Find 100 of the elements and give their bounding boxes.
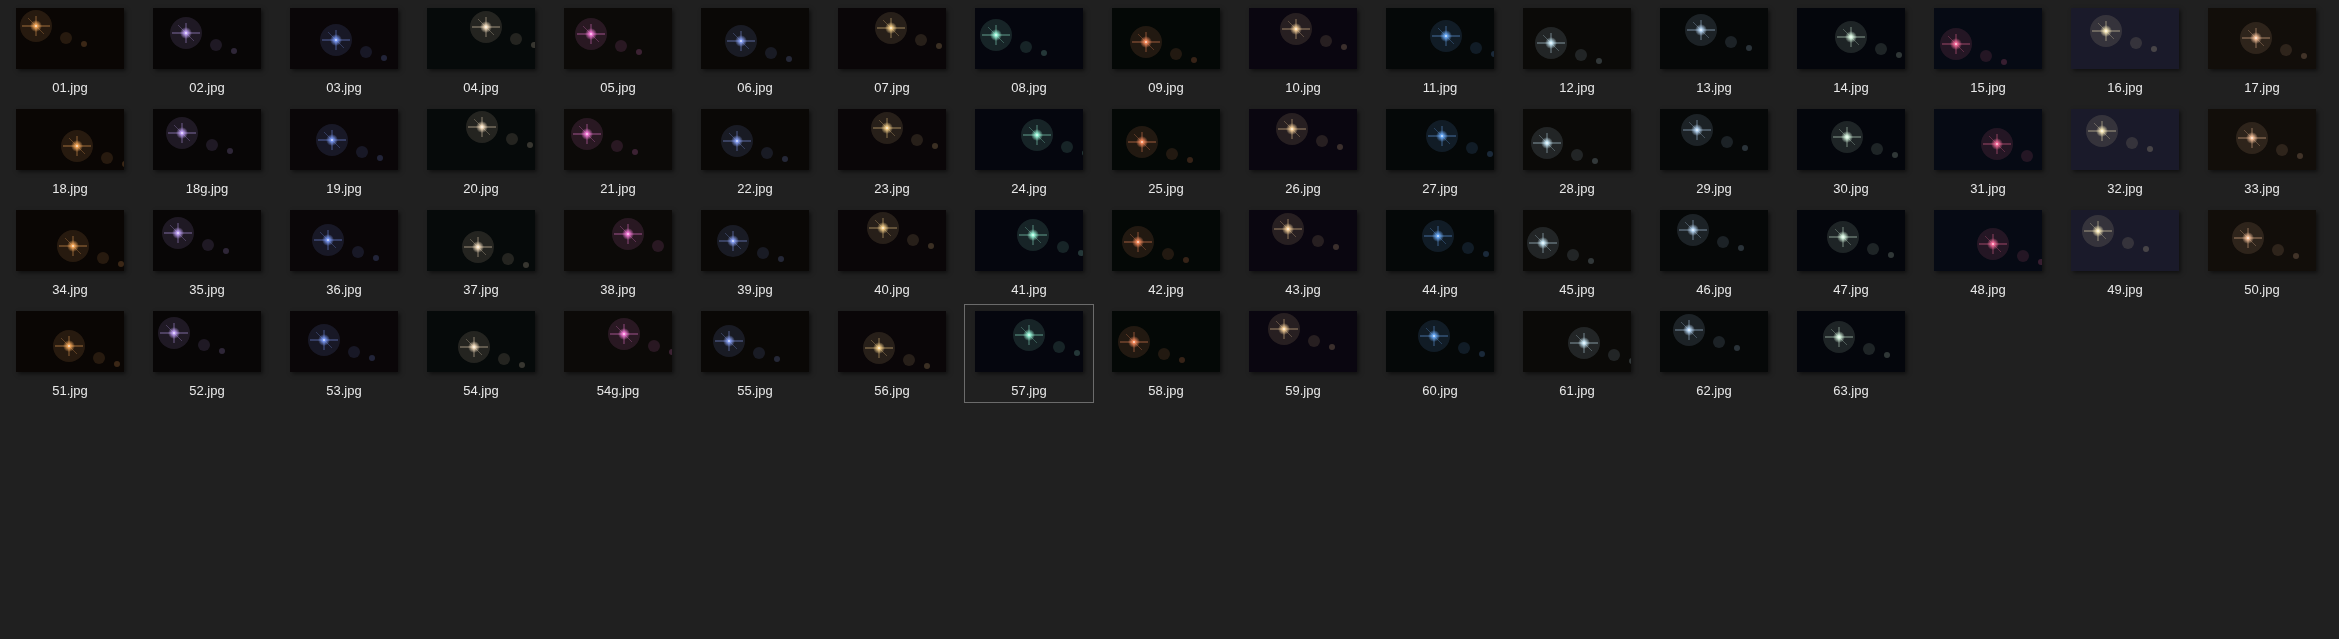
file-name: 58.jpg xyxy=(1148,382,1184,400)
file-name: 49.jpg xyxy=(2107,281,2143,299)
file-item[interactable]: 01.jpg xyxy=(5,1,135,100)
file-name: 29.jpg xyxy=(1696,180,1732,198)
file-name: 18.jpg xyxy=(52,180,88,198)
file-name: 16.jpg xyxy=(2107,79,2143,97)
file-name: 23.jpg xyxy=(874,180,910,198)
file-item[interactable]: 55.jpg xyxy=(690,304,820,403)
file-item[interactable]: 02.jpg xyxy=(142,1,272,100)
file-item[interactable]: 41.jpg xyxy=(964,203,1094,302)
file-item[interactable]: 59.jpg xyxy=(1238,304,1368,403)
file-item[interactable]: 44.jpg xyxy=(1375,203,1505,302)
file-name: 40.jpg xyxy=(874,281,910,299)
file-item[interactable]: 09.jpg xyxy=(1101,1,1231,100)
file-name: 36.jpg xyxy=(326,281,362,299)
file-item[interactable]: 30.jpg xyxy=(1786,102,1916,201)
file-name: 24.jpg xyxy=(1011,180,1047,198)
file-item[interactable]: 63.jpg xyxy=(1786,304,1916,403)
file-item[interactable]: 03.jpg xyxy=(279,1,409,100)
file-item[interactable]: 06.jpg xyxy=(690,1,820,100)
file-item[interactable]: 57.jpg xyxy=(964,304,1094,403)
file-item[interactable]: 04.jpg xyxy=(416,1,546,100)
file-item[interactable]: 42.jpg xyxy=(1101,203,1231,302)
file-item[interactable]: 18.jpg xyxy=(5,102,135,201)
file-item[interactable]: 39.jpg xyxy=(690,203,820,302)
file-name: 10.jpg xyxy=(1285,79,1321,97)
file-name: 12.jpg xyxy=(1559,79,1595,97)
file-item[interactable]: 24.jpg xyxy=(964,102,1094,201)
file-item[interactable]: 34.jpg xyxy=(5,203,135,302)
file-item[interactable]: 56.jpg xyxy=(827,304,957,403)
file-item[interactable]: 21.jpg xyxy=(553,102,683,201)
file-name: 37.jpg xyxy=(463,281,499,299)
file-name: 22.jpg xyxy=(737,180,773,198)
file-item[interactable]: 51.jpg xyxy=(5,304,135,403)
file-item[interactable]: 60.jpg xyxy=(1375,304,1505,403)
file-item[interactable]: 47.jpg xyxy=(1786,203,1916,302)
file-item[interactable]: 46.jpg xyxy=(1649,203,1779,302)
file-item[interactable]: 54g.jpg xyxy=(553,304,683,403)
file-name: 53.jpg xyxy=(326,382,362,400)
file-item[interactable]: 36.jpg xyxy=(279,203,409,302)
file-name: 31.jpg xyxy=(1970,180,2006,198)
file-item[interactable]: 50.jpg xyxy=(2197,203,2327,302)
file-item[interactable]: 23.jpg xyxy=(827,102,957,201)
file-item[interactable]: 32.jpg xyxy=(2060,102,2190,201)
file-name: 21.jpg xyxy=(600,180,636,198)
file-item[interactable]: 48.jpg xyxy=(1923,203,2053,302)
file-item[interactable]: 61.jpg xyxy=(1512,304,1642,403)
file-name: 55.jpg xyxy=(737,382,773,400)
file-name: 34.jpg xyxy=(52,281,88,299)
file-item[interactable]: 07.jpg xyxy=(827,1,957,100)
file-item[interactable]: 14.jpg xyxy=(1786,1,1916,100)
file-item[interactable]: 29.jpg xyxy=(1649,102,1779,201)
file-name: 47.jpg xyxy=(1833,281,1869,299)
file-item[interactable]: 26.jpg xyxy=(1238,102,1368,201)
file-item[interactable]: 10.jpg xyxy=(1238,1,1368,100)
file-name: 43.jpg xyxy=(1285,281,1321,299)
file-item[interactable]: 49.jpg xyxy=(2060,203,2190,302)
file-item[interactable]: 25.jpg xyxy=(1101,102,1231,201)
file-item[interactable]: 17.jpg xyxy=(2197,1,2327,100)
file-item[interactable]: 43.jpg xyxy=(1238,203,1368,302)
file-name: 56.jpg xyxy=(874,382,910,400)
file-name: 19.jpg xyxy=(326,180,362,198)
file-item[interactable]: 54.jpg xyxy=(416,304,546,403)
file-item[interactable]: 31.jpg xyxy=(1923,102,2053,201)
file-item[interactable]: 18g.jpg xyxy=(142,102,272,201)
file-item[interactable]: 15.jpg xyxy=(1923,1,2053,100)
file-name: 28.jpg xyxy=(1559,180,1595,198)
file-item[interactable]: 62.jpg xyxy=(1649,304,1779,403)
file-item[interactable]: 52.jpg xyxy=(142,304,272,403)
file-name: 01.jpg xyxy=(52,79,88,97)
file-item[interactable]: 58.jpg xyxy=(1101,304,1231,403)
file-name: 08.jpg xyxy=(1011,79,1047,97)
file-item[interactable]: 27.jpg xyxy=(1375,102,1505,201)
file-item[interactable]: 28.jpg xyxy=(1512,102,1642,201)
file-item[interactable]: 12.jpg xyxy=(1512,1,1642,100)
file-item[interactable]: 20.jpg xyxy=(416,102,546,201)
file-item[interactable]: 05.jpg xyxy=(553,1,683,100)
file-item[interactable]: 53.jpg xyxy=(279,304,409,403)
file-name: 30.jpg xyxy=(1833,180,1869,198)
file-name: 33.jpg xyxy=(2244,180,2280,198)
file-name: 11.jpg xyxy=(1422,79,1458,97)
file-item[interactable]: 40.jpg xyxy=(827,203,957,302)
file-item[interactable]: 38.jpg xyxy=(553,203,683,302)
file-item[interactable]: 45.jpg xyxy=(1512,203,1642,302)
file-item[interactable]: 37.jpg xyxy=(416,203,546,302)
file-item[interactable]: 16.jpg xyxy=(2060,1,2190,100)
file-name: 15.jpg xyxy=(1970,79,2006,97)
file-name: 18g.jpg xyxy=(185,180,229,198)
file-item[interactable]: 08.jpg xyxy=(964,1,1094,100)
file-item[interactable]: 33.jpg xyxy=(2197,102,2327,201)
file-name: 61.jpg xyxy=(1559,382,1595,400)
file-item[interactable]: 19.jpg xyxy=(279,102,409,201)
file-name: 42.jpg xyxy=(1148,281,1184,299)
file-name: 39.jpg xyxy=(737,281,773,299)
file-item[interactable]: 11.jpg xyxy=(1375,1,1505,100)
file-item[interactable]: 22.jpg xyxy=(690,102,820,201)
file-name: 13.jpg xyxy=(1696,79,1732,97)
file-item[interactable]: 35.jpg xyxy=(142,203,272,302)
file-item[interactable]: 13.jpg xyxy=(1649,1,1779,100)
file-name: 25.jpg xyxy=(1148,180,1184,198)
